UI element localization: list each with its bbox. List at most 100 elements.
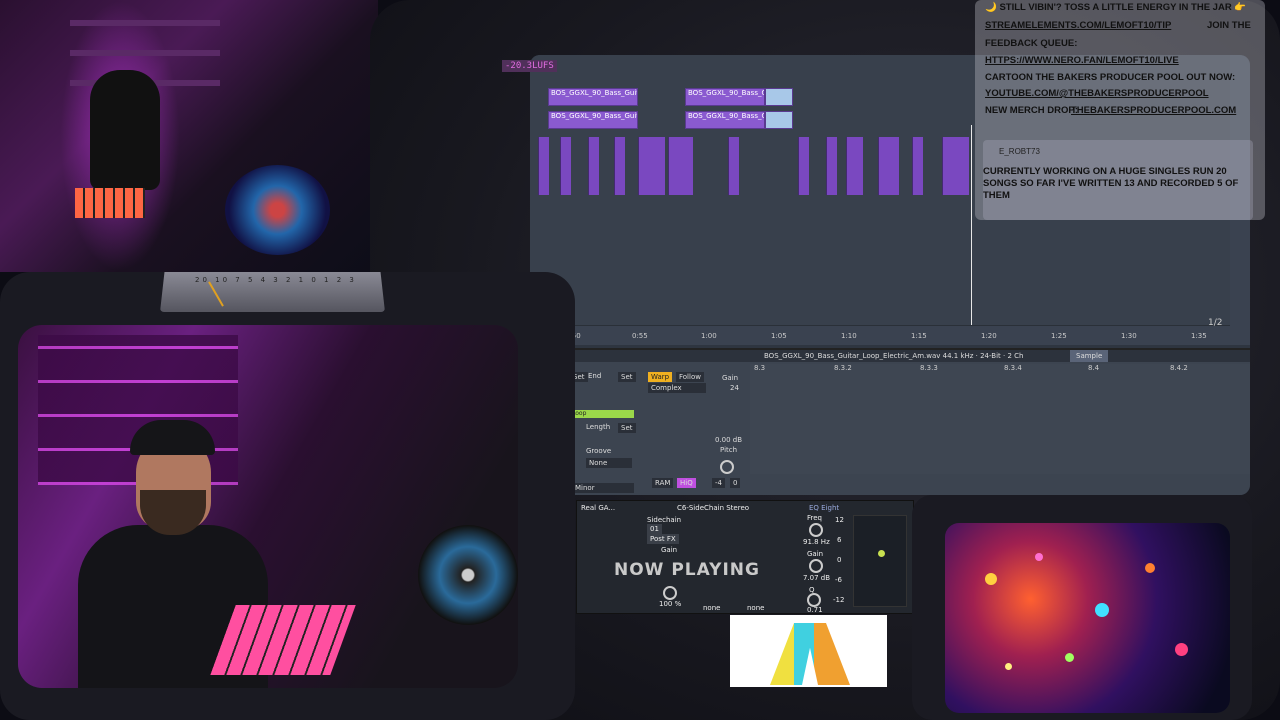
- groove-label: Groove: [586, 447, 612, 455]
- groove-select[interactable]: None: [586, 458, 632, 468]
- sidechain-device-title[interactable]: C6-SideChain Stereo: [677, 503, 749, 513]
- audio-clip[interactable]: [826, 137, 837, 195]
- selected-clip[interactable]: [765, 111, 793, 129]
- length-set-button[interactable]: Set: [618, 423, 636, 433]
- chat-line: JOIN THE: [1207, 20, 1251, 31]
- audio-clip[interactable]: [560, 137, 571, 195]
- detune-value[interactable]: 0: [730, 478, 741, 488]
- loop-toggle[interactable]: Loop: [572, 410, 634, 418]
- audio-clip[interactable]: [878, 137, 899, 195]
- eq-scale-tick: -12: [833, 596, 845, 604]
- page-indicator: 1/2: [1208, 318, 1223, 328]
- eq-band-handle[interactable]: [878, 550, 885, 557]
- eq-graph[interactable]: [853, 515, 907, 607]
- audio-clip[interactable]: [912, 137, 923, 195]
- chat-line: CARTOON THE BAKERS PRODUCER POOL OUT NOW…: [985, 72, 1236, 83]
- light-orb: [1175, 643, 1188, 656]
- sidechain-gain-value: 100 %: [659, 600, 682, 608]
- audio-clip[interactable]: [942, 137, 969, 195]
- end-set-button[interactable]: Set: [618, 372, 636, 382]
- feedback-link[interactable]: HTTPS://WWW.NERO.FAN/LEMOFT10/LIVE: [985, 55, 1179, 67]
- hiq-button[interactable]: HiQ: [677, 478, 696, 488]
- eq-gain-label: Gain: [807, 550, 824, 558]
- warp-button[interactable]: Warp: [648, 372, 673, 382]
- youtube-link[interactable]: YOUTUBE.COM/@THEBAKERSPRODUCERPOOL: [985, 88, 1209, 100]
- main-webcam: [18, 325, 518, 688]
- device-rack: Real GA... C6-SideChain Stereo Sidechain…: [576, 500, 914, 614]
- waveform-tick: 8.4: [1088, 364, 1100, 372]
- audio-clip[interactable]: [588, 137, 599, 195]
- light-orb: [1065, 653, 1074, 662]
- eq-gain-knob[interactable]: [809, 559, 823, 573]
- turntable: [418, 525, 518, 625]
- waveform-tick: 8.4.2: [1170, 364, 1188, 372]
- loudness-meter: -20.3LUFS: [502, 60, 557, 72]
- shelf: [70, 50, 220, 56]
- light-orb: [1095, 603, 1109, 617]
- audio-clip[interactable]: [538, 137, 549, 195]
- sidechain-none-2[interactable]: none: [747, 603, 764, 613]
- warp-mode-select[interactable]: Complex: [648, 383, 706, 393]
- tip-link[interactable]: STREAMELEMENTS.COM/LEMOFT10/TIP: [985, 20, 1171, 32]
- audio-clip[interactable]: [668, 137, 693, 195]
- vu-scale: 20 10 7 5 4 3 2 1 0 1 2 3: [195, 276, 357, 284]
- audio-clip[interactable]: BOS_GGXL_90_Bass_Guitar: [548, 111, 638, 129]
- shelf: [70, 20, 220, 26]
- waveform-tick: 8.3: [754, 364, 766, 372]
- audio-clip[interactable]: BOS_GGXL_90_Bass_Guitar: [548, 88, 638, 106]
- ruler-tick: 1:00: [701, 332, 717, 340]
- sample-tab[interactable]: Sample: [1070, 350, 1109, 362]
- selected-clip[interactable]: [765, 88, 793, 106]
- sample-waveform[interactable]: 8.3 8.3.2 8.3.3 8.3.4 8.4 8.4.2: [750, 364, 1250, 474]
- ruler-tick: 1:15: [911, 332, 927, 340]
- playhead[interactable]: [971, 125, 972, 325]
- sidechain-gain-knob[interactable]: [663, 586, 677, 600]
- chat-line: 🌙 STILL VIBIN'? TOSS A LITTLE ENERGY IN …: [985, 2, 1247, 13]
- eq-scale-tick: 0: [837, 556, 842, 564]
- post-fx-select[interactable]: Post FX: [647, 534, 679, 544]
- sidechain-select[interactable]: 01: [647, 524, 662, 534]
- sidechain-none-1[interactable]: none: [703, 603, 720, 613]
- audio-clip[interactable]: [728, 137, 739, 195]
- waveform-tick: 8.3.2: [834, 364, 852, 372]
- length-label: Length: [586, 423, 611, 431]
- audio-clip[interactable]: BOS_GGXL_90_Bass_Guit: [685, 111, 765, 129]
- follow-button[interactable]: Follow: [676, 372, 704, 382]
- waveform-tick: 8.3.3: [920, 364, 938, 372]
- real-gain-device-title[interactable]: Real GA...: [581, 503, 615, 513]
- gain-label: Gain: [722, 374, 739, 382]
- clip-header: BOS_GGXL_90_Bass_Guitar_Loop_Electric_Am…: [560, 350, 1250, 362]
- transpose-value[interactable]: -4: [712, 478, 725, 488]
- time-ruler[interactable]: 0:50 0:55 1:00 1:05 1:10 1:15 1:20 1:25 …: [560, 330, 1250, 344]
- audio-clip[interactable]: [614, 137, 625, 195]
- audio-clip[interactable]: [798, 137, 809, 195]
- chat-line: FEEDBACK QUEUE:: [985, 38, 1078, 49]
- light-orb: [1035, 553, 1043, 561]
- streamer-cap: [130, 420, 215, 455]
- now-playing-label: NOW PLAYING: [614, 560, 760, 580]
- audio-clip[interactable]: [638, 137, 665, 195]
- audio-clip[interactable]: [846, 137, 863, 195]
- eq-freq-knob[interactable]: [809, 523, 823, 537]
- light-orb: [1005, 663, 1012, 670]
- chat-message: E_ROBT73 CURRENTLY WORKING ON A HUGE SIN…: [983, 140, 1253, 220]
- eq-scale-tick: 12: [835, 516, 844, 524]
- scale-select[interactable]: Minor: [572, 483, 634, 493]
- ram-button[interactable]: RAM: [652, 478, 674, 488]
- ruler-tick: 1:30: [1121, 332, 1137, 340]
- pitch-label: Pitch: [720, 446, 738, 454]
- clip-filename: BOS_GGXL_90_Bass_Guitar_Loop_Electric_Am…: [764, 352, 1024, 360]
- waveform-tick: 8.3.4: [1004, 364, 1022, 372]
- eq-freq-value: 91.8 Hz: [803, 538, 830, 546]
- merch-link[interactable]: THEBAKERSPRODUCERPOOL.COM: [1071, 105, 1236, 117]
- pitch-knob[interactable]: [720, 460, 734, 474]
- album-art-figure: [770, 623, 850, 685]
- eq-freq-label: Freq: [807, 514, 822, 522]
- eq-eight-title[interactable]: EQ Eight: [809, 503, 839, 513]
- end-label: End: [588, 372, 602, 380]
- gain-db: 0.00 dB: [715, 436, 743, 444]
- audio-clip[interactable]: BOS_GGXL_90_Bass_Guit: [685, 88, 765, 106]
- eq-gain-value: 7.07 dB: [803, 574, 831, 582]
- ruler-tick: 1:20: [981, 332, 997, 340]
- eq-scale-tick: -6: [835, 576, 842, 584]
